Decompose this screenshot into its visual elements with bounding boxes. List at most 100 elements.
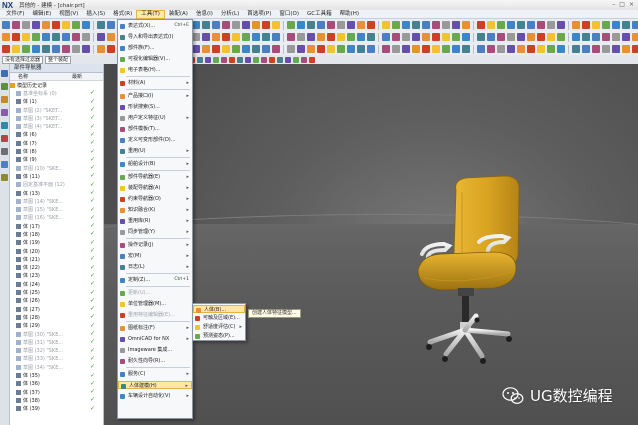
menu-file[interactable]: 文件(F) <box>2 10 28 19</box>
menu-assemblies[interactable]: 装配(A) <box>165 10 192 19</box>
surface-tool-icon[interactable] <box>602 45 610 53</box>
standard-tool-icon[interactable] <box>32 21 40 29</box>
navigator-row[interactable]: 体 (13) ✓ <box>10 189 103 197</box>
navigator-row[interactable]: 体 (8) ✓ <box>10 147 103 155</box>
surface-tool-icon[interactable] <box>42 45 50 53</box>
surface-tool-icon[interactable] <box>317 45 325 53</box>
menu-edit[interactable]: 编辑(E) <box>28 10 55 19</box>
history-icon[interactable] <box>1 122 8 129</box>
feature-tool-icon[interactable] <box>537 33 545 41</box>
feature-tool-icon[interactable] <box>582 33 590 41</box>
submenu-item[interactable]: 舒适度评估(C) ▸ <box>193 323 245 331</box>
menu-gc-toolbox[interactable]: GC工具箱 <box>303 10 336 19</box>
tools-menu-item[interactable]: 形状搜索(S)... <box>118 103 192 111</box>
navigator-row[interactable]: 体 (23) ✓ <box>10 272 103 280</box>
feature-tool-icon[interactable] <box>192 33 200 41</box>
navigator-row[interactable]: 固定基准平面 (12) ✓ <box>10 181 103 189</box>
system-materials-icon[interactable] <box>1 161 8 168</box>
surface-tool-icon[interactable] <box>32 45 40 53</box>
standard-tool-icon[interactable] <box>517 21 525 29</box>
tools-menu-item[interactable]: 部件模板(T)... <box>118 125 192 133</box>
tools-menu-item[interactable]: 图纸标注(F) ▸ <box>118 324 192 332</box>
surface-tool-icon[interactable] <box>82 45 90 53</box>
standard-tool-icon[interactable] <box>537 21 545 29</box>
snap-point-icon[interactable] <box>277 56 284 63</box>
tools-menu-item[interactable]: 知识融合(K) ▸ <box>118 206 192 214</box>
standard-tool-icon[interactable] <box>357 21 365 29</box>
surface-tool-icon[interactable] <box>347 45 355 53</box>
navigator-row[interactable]: 体 (6) ✓ <box>10 131 103 139</box>
surface-tool-icon[interactable] <box>442 45 450 53</box>
type-filter-select[interactable]: 没有选择过滤器 <box>2 55 44 64</box>
standard-tool-icon[interactable] <box>487 21 495 29</box>
navigator-row[interactable]: 模型历史记录 <box>10 81 103 89</box>
standard-tool-icon[interactable] <box>212 21 220 29</box>
feature-tool-icon[interactable] <box>242 33 250 41</box>
feature-tool-icon[interactable] <box>272 33 280 41</box>
feature-tool-icon[interactable] <box>337 33 345 41</box>
feature-tool-icon[interactable] <box>382 33 390 41</box>
standard-tool-icon[interactable] <box>42 21 50 29</box>
feature-tool-icon[interactable] <box>317 33 325 41</box>
close-button[interactable]: × <box>629 1 634 8</box>
standard-tool-icon[interactable] <box>22 21 30 29</box>
snap-point-icon[interactable] <box>301 56 308 63</box>
tools-menu-item[interactable]: 约束导航器(O) ▸ <box>118 195 192 203</box>
surface-tool-icon[interactable] <box>62 45 70 53</box>
navigator-row[interactable]: 基准坐标系 (0) ✓ <box>10 89 103 97</box>
navigator-row[interactable]: 体 (9) ✓ <box>10 156 103 164</box>
feature-tool-icon[interactable] <box>592 33 600 41</box>
standard-tool-icon[interactable] <box>452 21 460 29</box>
surface-tool-icon[interactable] <box>622 45 630 53</box>
snap-point-icon[interactable] <box>309 56 316 63</box>
standard-tool-icon[interactable] <box>12 21 20 29</box>
tools-menu-item[interactable]: 材料(A) ▸ <box>118 79 192 87</box>
tools-menu-item[interactable]: 日志(L) ▸ <box>118 263 192 271</box>
navigator-row[interactable]: 草图 (34) "SKE... ✓ <box>10 363 103 371</box>
standard-tool-icon[interactable] <box>547 21 555 29</box>
feature-tool-icon[interactable] <box>602 33 610 41</box>
snap-point-icon[interactable] <box>237 56 244 63</box>
standard-tool-icon[interactable] <box>612 21 620 29</box>
feature-tool-icon[interactable] <box>62 33 70 41</box>
standard-tool-icon[interactable] <box>622 21 630 29</box>
constraint-navigator-icon[interactable] <box>1 83 8 90</box>
navigator-row[interactable]: 草图 (32) "SKE... ✓ <box>10 347 103 355</box>
surface-tool-icon[interactable] <box>487 45 495 53</box>
feature-tool-icon[interactable] <box>477 33 485 41</box>
navigator-row[interactable]: 体 (35) ✓ <box>10 371 103 379</box>
feature-tool-icon[interactable] <box>222 33 230 41</box>
surface-tool-icon[interactable] <box>462 45 470 53</box>
standard-tool-icon[interactable] <box>252 21 260 29</box>
standard-tool-icon[interactable] <box>2 21 10 29</box>
feature-tool-icon[interactable] <box>392 33 400 41</box>
standard-tool-icon[interactable] <box>192 21 200 29</box>
process-studio-icon[interactable] <box>1 135 8 142</box>
standard-tool-icon[interactable] <box>507 21 515 29</box>
surface-tool-icon[interactable] <box>632 45 638 53</box>
tools-menu-item[interactable]: 耐久性向导(R)... <box>118 357 192 365</box>
surface-tool-icon[interactable] <box>52 45 60 53</box>
standard-tool-icon[interactable] <box>242 21 250 29</box>
menu-tools[interactable]: 工具(T) <box>136 9 165 19</box>
web-browser-icon[interactable] <box>1 174 8 181</box>
feature-tool-icon[interactable] <box>572 33 580 41</box>
standard-tool-icon[interactable] <box>527 21 535 29</box>
navigator-row[interactable]: 体 (28) ✓ <box>10 313 103 321</box>
tools-menu-item[interactable]: 可视化编辑器(V)... <box>118 55 192 63</box>
tools-menu-item[interactable]: 人体建模(H) ▸ <box>118 381 192 389</box>
surface-tool-icon[interactable] <box>287 45 295 53</box>
column-latest[interactable]: 最新 <box>72 73 102 80</box>
feature-tool-icon[interactable] <box>547 33 555 41</box>
tools-menu-item[interactable]: 部件导航器(E) ▸ <box>118 173 192 181</box>
tools-menu-item[interactable]: 定义可变形部件(D)... <box>118 136 192 144</box>
navigator-row[interactable]: 体 (11) ✓ <box>10 172 103 180</box>
snap-point-icon[interactable] <box>253 56 260 63</box>
feature-tool-icon[interactable] <box>412 33 420 41</box>
navigator-row[interactable]: 体 (20) ✓ <box>10 247 103 255</box>
standard-tool-icon[interactable] <box>477 21 485 29</box>
tools-menu-item[interactable]: 导入和导出表达式(I) <box>118 33 192 41</box>
navigator-row[interactable]: 体 (21) ✓ <box>10 255 103 263</box>
standard-tool-icon[interactable] <box>297 21 305 29</box>
tools-menu-item[interactable]: OmniCAD for NX ▸ <box>118 335 192 343</box>
